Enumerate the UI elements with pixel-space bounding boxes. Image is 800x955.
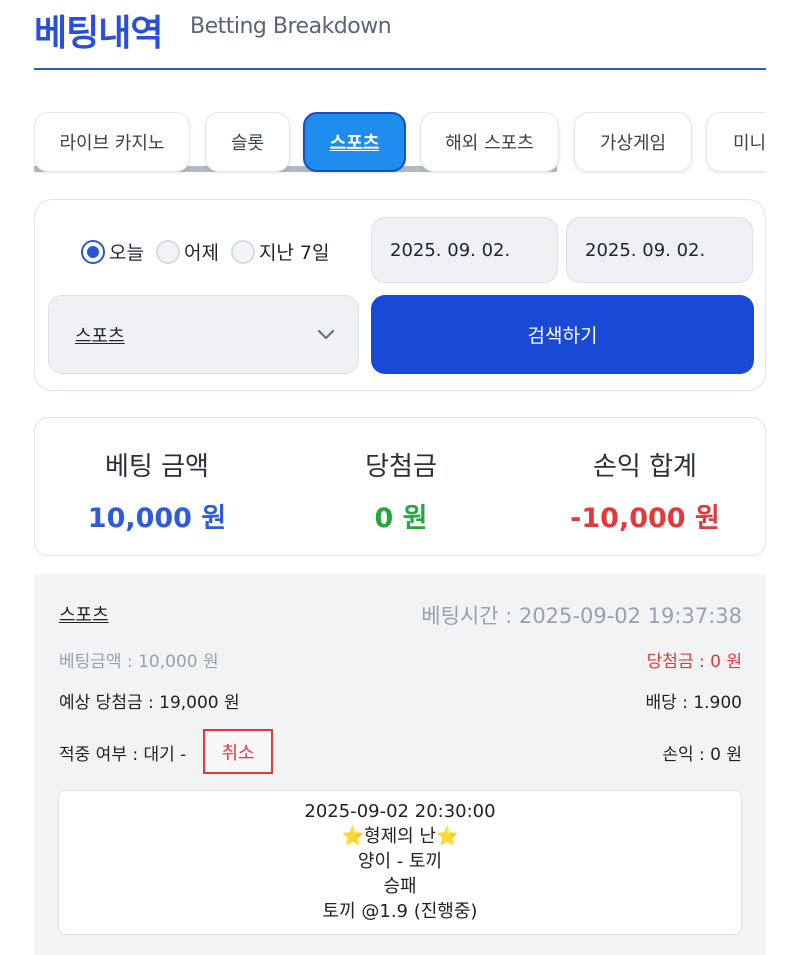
summary-label: 당첨금 <box>365 452 437 482</box>
bet-amount: 베팅금액 : 10,000 원 <box>59 652 219 672</box>
tab-sports[interactable]: 스포츠 <box>303 112 406 172</box>
bet-odds: 배당 : 1.900 <box>645 693 742 713</box>
summary-profit-total: 손익 합계 -10,000 원 <box>523 418 767 557</box>
bet-detail-box: 2025-09-02 20:30:00 ⭐형제의 난⭐ 양이 - 토끼 승패 토… <box>58 790 742 935</box>
radio-label: 오늘 <box>109 242 144 264</box>
cancel-bet-button[interactable]: 취소 <box>203 729 273 774</box>
tab-mini[interactable]: 미니 <box>706 112 766 172</box>
match-event: ⭐형제의 난⭐ <box>341 826 459 847</box>
radio-dot <box>230 239 255 264</box>
radio-today[interactable]: 오늘 <box>81 238 144 265</box>
summary-value: 0 원 <box>374 503 428 534</box>
page-subtitle: Betting Breakdown <box>190 14 392 39</box>
summary-win-amount: 당첨금 0 원 <box>279 418 523 557</box>
radio-dot <box>81 239 105 264</box>
category-tabs: 라이브 카지노 슬롯 스포츠 해외 스포츠 가상게임 미니 <box>34 112 766 174</box>
summary-bet-amount: 베팅 금액 10,000 원 <box>35 418 279 557</box>
tab-overseas-sports[interactable]: 해외 스포츠 <box>420 112 559 172</box>
summary-value: 10,000 원 <box>87 503 227 534</box>
bet-pick: 토끼 @1.9 (진행중) <box>322 901 478 922</box>
bet-history-item: 스포츠 베팅시간 : 2025-09-02 19:37:38 베팅금액 : 10… <box>34 574 766 955</box>
date-from-input[interactable]: 2025. 09. 02. <box>371 217 558 283</box>
bet-win-amount: 당첨금 : 0 원 <box>646 652 742 672</box>
bet-profit: 손익 : 0 원 <box>662 745 742 765</box>
game-type-value: 스포츠 <box>75 326 125 347</box>
radio-label: 지난 7일 <box>258 242 330 264</box>
summary-panel: 베팅 금액 10,000 원 당첨금 0 원 손익 합계 -10,000 원 <box>34 417 766 556</box>
bet-game-type: 스포츠 <box>59 605 109 626</box>
tab-virtual-game[interactable]: 가상게임 <box>574 112 692 172</box>
summary-label: 베팅 금액 <box>105 452 209 482</box>
page-header: 베팅내역 Betting Breakdown <box>34 0 766 70</box>
period-radio-group: 오늘 어제 지난 7일 <box>81 238 342 265</box>
radio-label: 어제 <box>183 242 219 264</box>
match-teams: 양이 - 토끼 <box>357 851 443 872</box>
radio-last-7-days[interactable]: 지난 7일 <box>230 238 330 265</box>
bet-time: 베팅시간 : 2025-09-02 19:37:38 <box>421 604 742 628</box>
date-to-input[interactable]: 2025. 09. 02. <box>566 217 753 283</box>
filter-panel: 오늘 어제 지난 7일 2025. 09. 02. 2025. 09. 02. … <box>34 199 766 391</box>
page-title: 베팅내역 <box>34 13 163 54</box>
summary-value: -10,000 원 <box>570 503 720 534</box>
radio-dot <box>155 239 180 264</box>
bet-expected-win: 예상 당첨금 : 19,000 원 <box>59 693 240 713</box>
tab-slot[interactable]: 슬롯 <box>205 112 290 172</box>
radio-yesterday[interactable]: 어제 <box>155 238 219 265</box>
chevron-down-icon <box>317 329 335 340</box>
game-type-select[interactable]: 스포츠 <box>48 295 359 374</box>
bet-market: 승패 <box>383 876 417 897</box>
bet-hit-status: 적중 여부 : 대기 - <box>59 745 187 765</box>
match-time: 2025-09-02 20:30:00 <box>304 801 496 822</box>
summary-label: 손익 합계 <box>593 452 697 482</box>
tab-live-casino[interactable]: 라이브 카지노 <box>34 112 190 172</box>
search-button[interactable]: 검색하기 <box>371 295 754 374</box>
